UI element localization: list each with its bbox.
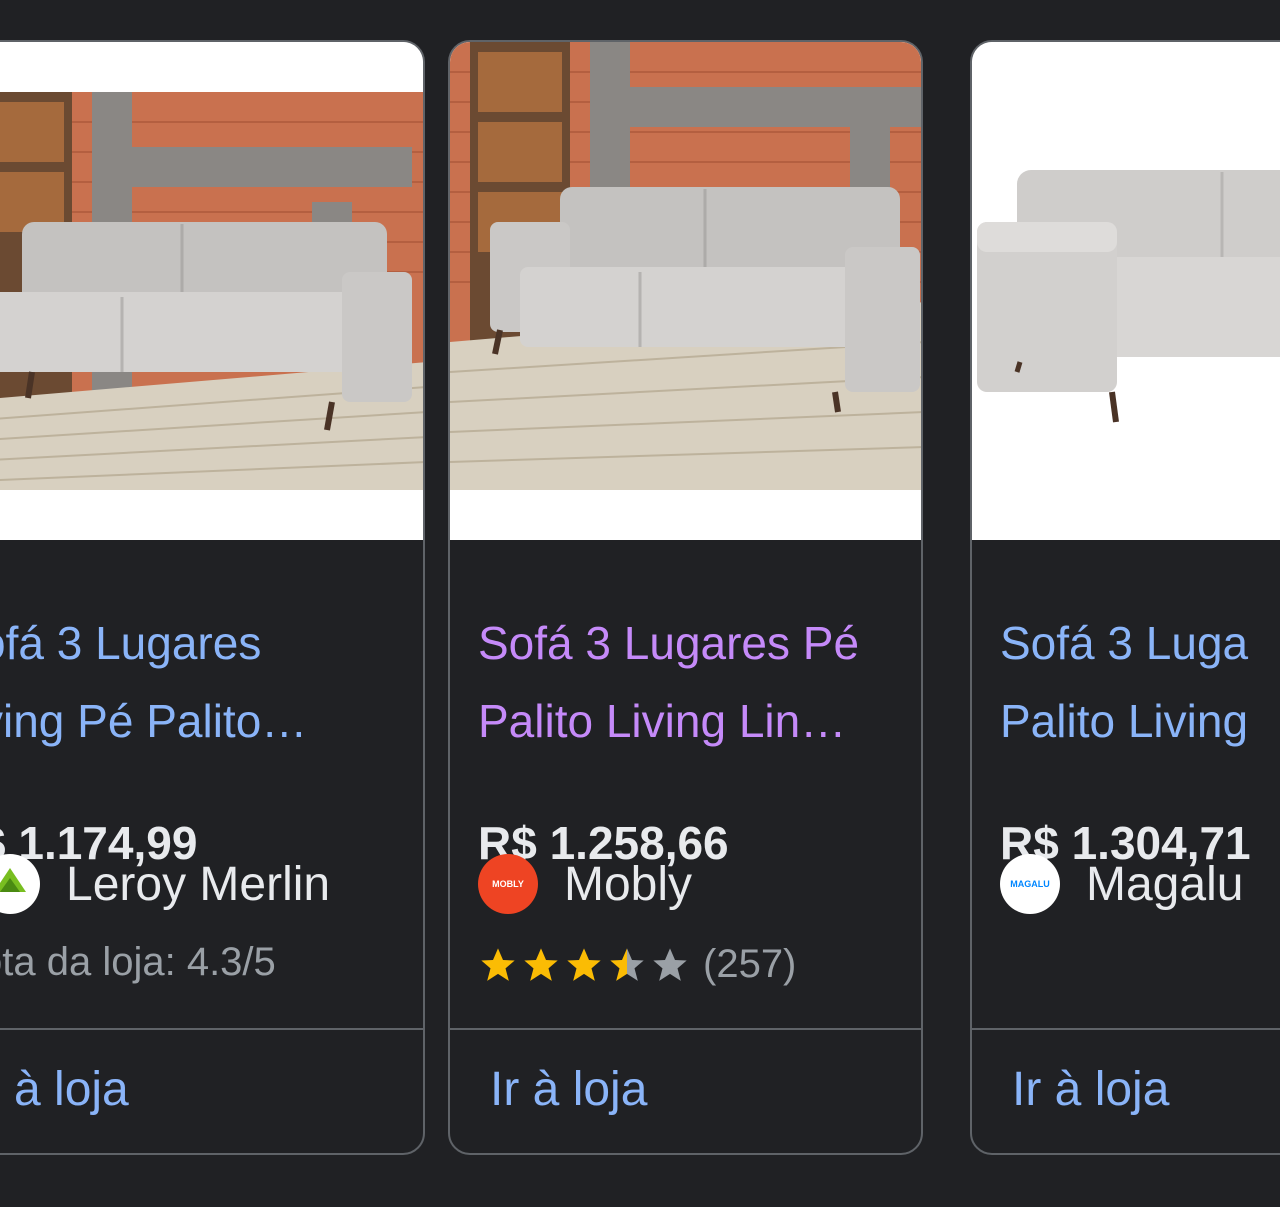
store-name: Leroy Merlin: [66, 857, 331, 911]
store-name: Magalu: [1086, 857, 1244, 911]
product-card[interactable]: ofá 3 Lugares ving Pé Palito… $ 1.174,99…: [0, 40, 425, 1155]
product-title[interactable]: ofá 3 Lugares ving Pé Palito…: [0, 604, 410, 760]
product-card[interactable]: Sofá 3 Luga Palito Living R$ 1.304,71 MA…: [970, 40, 1280, 1155]
review-count: (257): [703, 942, 797, 986]
go-to-store-button[interactable]: Ir à loja: [490, 1062, 647, 1117]
product-image[interactable]: [450, 42, 921, 540]
divider: [0, 1028, 423, 1030]
mobly-logo-text: MOBLY: [492, 879, 524, 889]
leroy-merlin-logo: [0, 854, 40, 914]
mobly-logo: MOBLY: [478, 854, 538, 914]
product-info: Sofá 3 Lugares Pé Palito Living Lin… R$ …: [478, 540, 921, 1030]
product-title[interactable]: Sofá 3 Lugares Pé Palito Living Lin…: [478, 604, 908, 760]
product-image[interactable]: [972, 42, 1280, 540]
magalu-logo-text: MAGALU: [1010, 879, 1050, 889]
go-to-store-button[interactable]: à loja: [14, 1062, 129, 1117]
star-half-icon: [610, 947, 644, 981]
product-title[interactable]: Sofá 3 Luga Palito Living: [1000, 604, 1280, 760]
store-rating: ota da loja: 4.3/5: [0, 940, 276, 984]
product-image[interactable]: [0, 42, 423, 540]
store: Leroy Merlin: [0, 852, 330, 916]
star-filled-icon: [567, 947, 601, 981]
divider: [972, 1028, 1280, 1030]
go-to-store-button[interactable]: Ir à loja: [1012, 1062, 1169, 1117]
star-filled-icon: [524, 947, 558, 981]
product-info: Sofá 3 Luga Palito Living R$ 1.304,71 MA…: [1000, 540, 1280, 1030]
store: MOBLY Mobly: [478, 852, 692, 916]
star-empty-icon: [653, 947, 687, 981]
store: MAGALU Magalu: [1000, 852, 1243, 916]
product-rating: (257): [478, 942, 796, 987]
store-name: Mobly: [564, 857, 693, 911]
divider: [450, 1028, 921, 1030]
product-info: ofá 3 Lugares ving Pé Palito… $ 1.174,99…: [0, 540, 423, 1030]
star-filled-icon: [481, 947, 515, 981]
product-card[interactable]: Sofá 3 Lugares Pé Palito Living Lin… R$ …: [448, 40, 923, 1155]
magalu-logo: MAGALU: [1000, 854, 1060, 914]
